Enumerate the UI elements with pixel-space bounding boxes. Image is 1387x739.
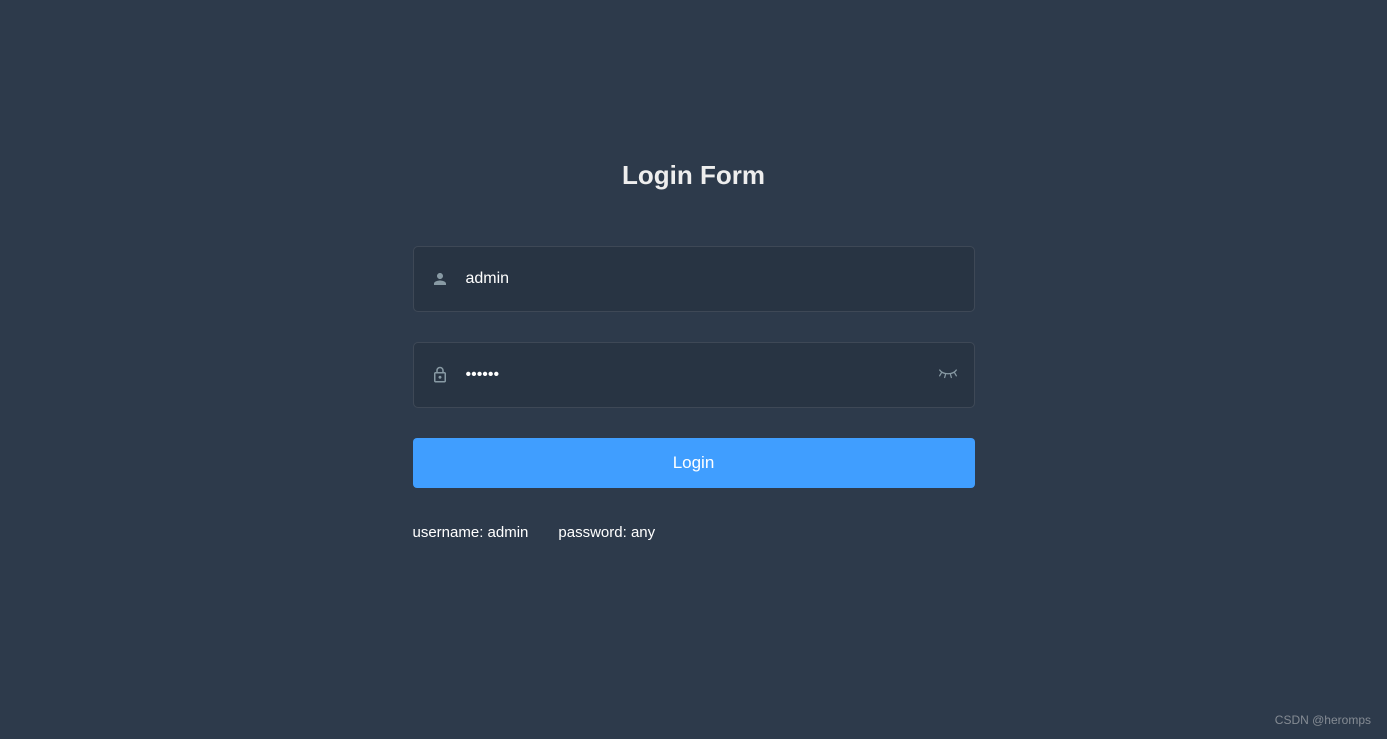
password-input-wrapper[interactable] [413, 342, 975, 408]
tip-password: password: any [558, 524, 655, 541]
username-input-wrapper[interactable] [413, 246, 975, 312]
user-icon [430, 270, 450, 288]
tip-username: username: admin [413, 524, 529, 541]
page-title: Login Form [413, 160, 975, 191]
lock-icon [430, 366, 450, 384]
tips-container: username: admin password: any [413, 524, 975, 541]
username-input[interactable] [466, 247, 958, 311]
watermark: CSDN @heromps [1275, 713, 1371, 727]
login-form: Login Form Login username: adm [413, 0, 975, 541]
login-button[interactable]: Login [413, 438, 975, 488]
password-input[interactable] [466, 343, 926, 407]
eye-closed-icon[interactable] [938, 367, 958, 383]
